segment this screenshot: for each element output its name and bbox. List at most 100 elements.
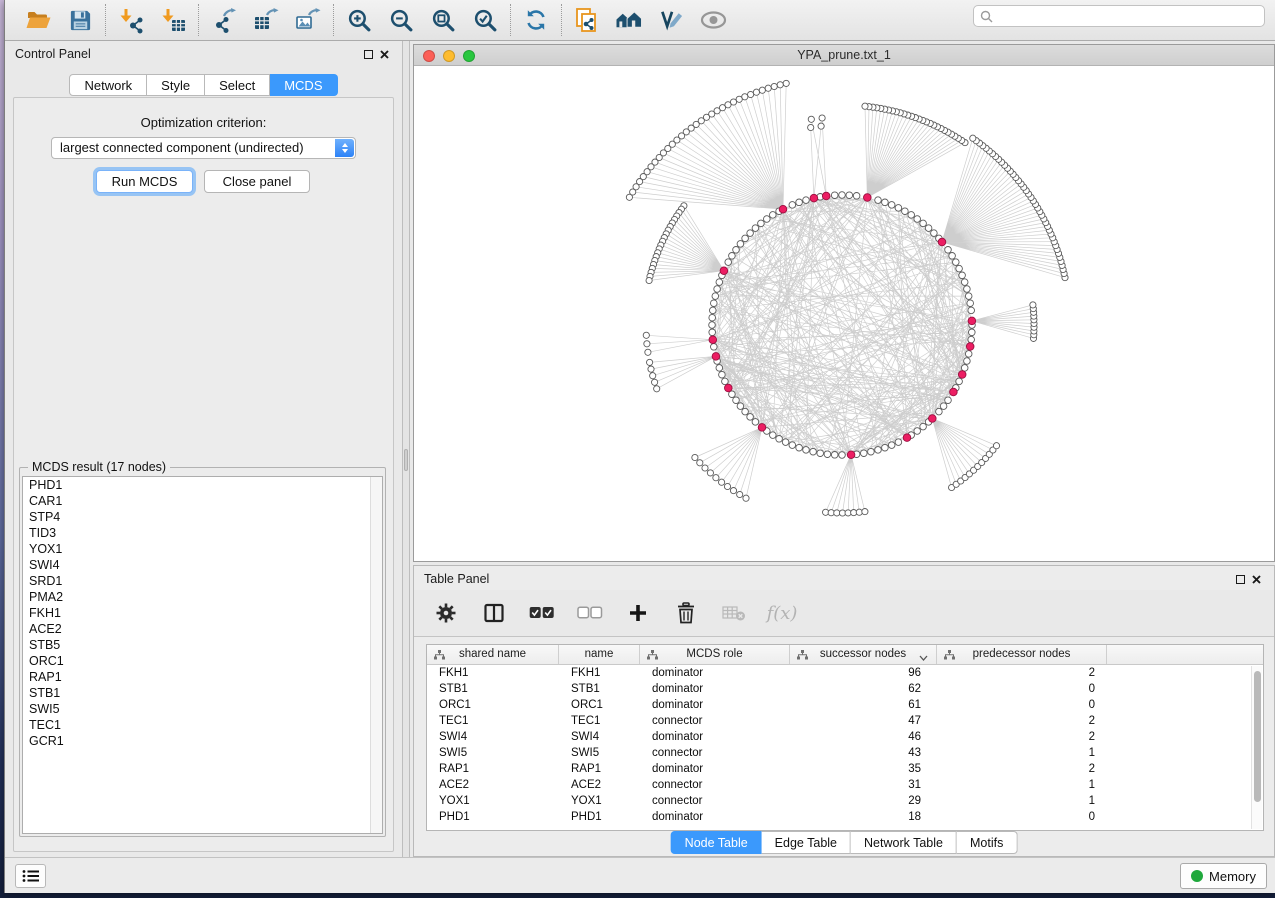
network-node[interactable]	[709, 314, 716, 321]
network-node[interactable]	[747, 414, 754, 421]
network-node[interactable]	[783, 80, 789, 86]
network-node[interactable]	[692, 454, 698, 460]
network-node[interactable]	[752, 419, 759, 426]
network-node[interactable]	[646, 277, 652, 283]
network-node[interactable]	[719, 479, 725, 485]
mcds-hub-node[interactable]	[903, 434, 911, 442]
tab-edge-table[interactable]: Edge Table	[762, 831, 851, 854]
network-node[interactable]	[936, 408, 943, 415]
network-node[interactable]	[753, 89, 759, 95]
network-node[interactable]	[729, 253, 736, 260]
mcds-hub-node[interactable]	[822, 192, 830, 200]
network-node[interactable]	[770, 212, 777, 219]
delete-button[interactable]	[672, 599, 700, 627]
network-node[interactable]	[808, 116, 814, 122]
network-node[interactable]	[782, 439, 789, 446]
mcds-result-item[interactable]: SWI5	[23, 701, 382, 717]
network-node[interactable]	[711, 344, 718, 351]
mcds-hub-node[interactable]	[712, 353, 720, 361]
network-node[interactable]	[949, 253, 956, 260]
network-node[interactable]	[959, 272, 966, 279]
select-all-button[interactable]	[528, 599, 556, 627]
mcds-result-item[interactable]: STB1	[23, 685, 382, 701]
network-node[interactable]	[902, 208, 909, 215]
table-row[interactable]: ORC1ORC1dominator610	[427, 697, 1263, 713]
columns-button[interactable]	[480, 599, 508, 627]
run-mcds-button[interactable]: Run MCDS	[96, 170, 193, 193]
import-table-button[interactable]	[157, 4, 189, 36]
network-node[interactable]	[742, 408, 749, 415]
network-node[interactable]	[725, 259, 732, 266]
network-node[interactable]	[875, 447, 882, 454]
network-node[interactable]	[882, 444, 889, 451]
table-row[interactable]: SWI5SWI5connector431	[427, 745, 1263, 761]
network-node[interactable]	[831, 452, 838, 459]
network-node[interactable]	[956, 378, 963, 385]
network-node[interactable]	[895, 205, 902, 212]
table-row[interactable]: FKH1FKH1dominator962	[427, 665, 1263, 681]
network-node[interactable]	[956, 265, 963, 272]
export-network-button[interactable]	[208, 4, 240, 36]
vertical-splitter[interactable]	[402, 41, 410, 857]
mcds-result-item[interactable]: CAR1	[23, 493, 382, 509]
zoom-out-button[interactable]	[385, 4, 417, 36]
network-node[interactable]	[716, 279, 723, 286]
network-node[interactable]	[888, 202, 895, 209]
mcds-result-item[interactable]: RAP1	[23, 669, 382, 685]
network-node[interactable]	[817, 450, 824, 457]
table-row[interactable]: PHD1PHD1dominator180	[427, 809, 1263, 825]
network-node[interactable]	[875, 197, 882, 204]
mcds-list-scrollbar[interactable]	[370, 477, 382, 833]
tab-motifs[interactable]: Motifs	[957, 831, 1017, 854]
network-node[interactable]	[714, 286, 721, 293]
network-node[interactable]	[953, 259, 960, 266]
network-node[interactable]	[733, 247, 740, 254]
mcds-hub-node[interactable]	[950, 388, 958, 396]
network-node[interactable]	[776, 436, 783, 443]
column-header-MCDS-role[interactable]: MCDS role	[640, 645, 790, 664]
network-node[interactable]	[648, 366, 654, 372]
network-node[interactable]	[765, 85, 771, 91]
network-node[interactable]	[650, 373, 656, 379]
refresh-button[interactable]	[520, 4, 552, 36]
network-node[interactable]	[846, 192, 853, 199]
zoom-in-button[interactable]	[343, 4, 375, 36]
network-node[interactable]	[712, 293, 719, 300]
maximize-traffic-light[interactable]	[463, 50, 475, 62]
network-node[interactable]	[730, 488, 736, 494]
network-node[interactable]	[818, 123, 824, 129]
network-node[interactable]	[733, 397, 740, 404]
network-node[interactable]	[743, 495, 749, 501]
network-node[interactable]	[716, 365, 723, 372]
criterion-dropdown[interactable]: largest connected component (undirected)	[51, 137, 356, 159]
column-header-successor-nodes[interactable]: successor nodes	[790, 645, 937, 664]
network-node[interactable]	[789, 442, 796, 449]
table-row[interactable]: STB1STB1dominator620	[427, 681, 1263, 697]
network-node[interactable]	[968, 307, 975, 314]
network-node[interactable]	[868, 448, 875, 455]
mcds-result-item[interactable]: STB5	[23, 637, 382, 653]
network-node[interactable]	[709, 322, 716, 329]
network-node[interactable]	[652, 379, 658, 385]
network-node[interactable]	[945, 247, 952, 254]
mcds-hub-node[interactable]	[725, 384, 733, 392]
network-node[interactable]	[914, 216, 921, 223]
network-node[interactable]	[925, 225, 932, 232]
network-node[interactable]	[819, 115, 825, 121]
network-node[interactable]	[964, 286, 971, 293]
network-node[interactable]	[888, 442, 895, 449]
letter-v-pen-button[interactable]	[655, 4, 687, 36]
network-canvas[interactable]	[414, 66, 1274, 561]
table-panel-float-button[interactable]	[1232, 571, 1248, 587]
mcds-result-item[interactable]: TEC1	[23, 717, 382, 733]
network-node[interactable]	[711, 300, 718, 307]
mcds-hub-node[interactable]	[929, 415, 937, 423]
network-node[interactable]	[839, 192, 846, 199]
network-node[interactable]	[803, 447, 810, 454]
network-node[interactable]	[643, 332, 649, 338]
network-node[interactable]	[759, 87, 765, 93]
network-node[interactable]	[654, 386, 660, 392]
network-node[interactable]	[961, 365, 968, 372]
mcds-result-item[interactable]: FKH1	[23, 605, 382, 621]
memory-button[interactable]: Memory	[1180, 863, 1267, 889]
